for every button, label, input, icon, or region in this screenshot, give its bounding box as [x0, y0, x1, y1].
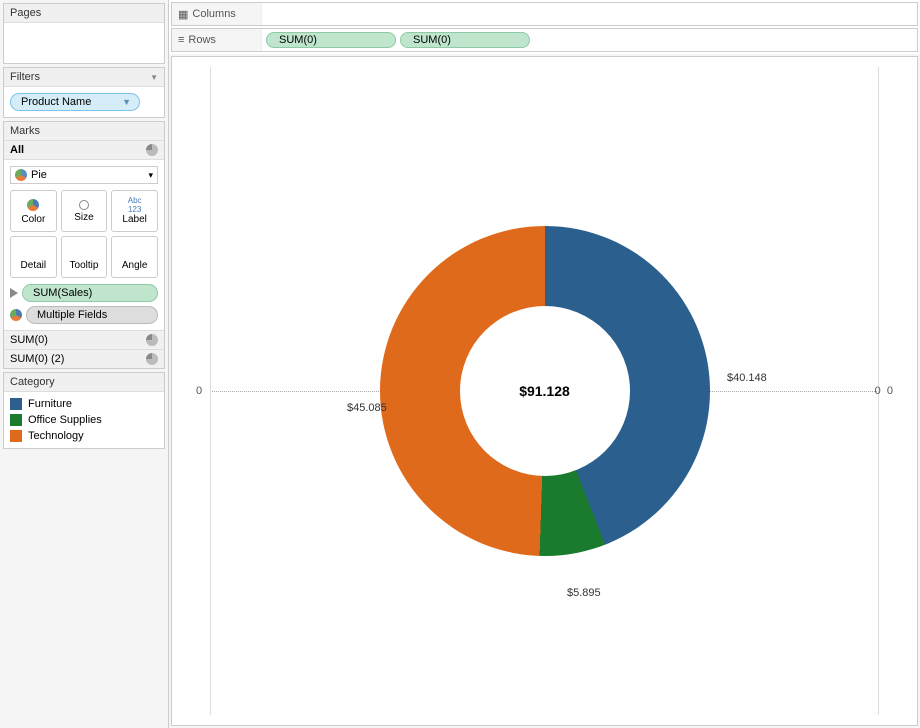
columns-shelf[interactable]: ▦ Columns — [171, 2, 918, 26]
filters-header[interactable]: Filters ▼ — [4, 68, 164, 87]
data-label-furniture: $40.148 — [727, 372, 767, 384]
axis-tick-right: 0 0 — [875, 385, 893, 397]
tooltip-shelf[interactable]: Tooltip — [61, 236, 108, 278]
sum-row[interactable]: SUM(0) — [4, 330, 164, 349]
filters-label: Filters — [10, 71, 40, 83]
color-shelf[interactable]: Color — [10, 190, 57, 232]
filters-body[interactable]: Product Name ▼ — [4, 87, 164, 117]
donut-center-total: $91.128 — [460, 306, 630, 476]
legend-label: Office Supplies — [28, 414, 102, 426]
shelf-label: Detail — [21, 260, 47, 271]
rows-content[interactable]: SUM(0) SUM(0) — [262, 32, 534, 48]
legend-item-furniture[interactable]: Furniture — [10, 396, 158, 412]
chevron-down-icon: ▼ — [122, 97, 131, 107]
rows-shelf[interactable]: ≡ Rows SUM(0) SUM(0) — [171, 28, 918, 52]
legend-swatch — [10, 430, 22, 442]
legend-swatch — [10, 398, 22, 410]
filters-panel: Filters ▼ Product Name ▼ — [3, 67, 165, 118]
data-label-technology: $45.085 — [347, 402, 387, 414]
shelf-label: Angle — [122, 260, 148, 271]
pages-label: Pages — [10, 7, 41, 19]
main-area: ▦ Columns ≡ Rows SUM(0) SUM(0) 0 0 0 $91.1… — [168, 0, 920, 728]
size-shelf[interactable]: Size — [61, 190, 108, 232]
mark-type-selector[interactable]: Pie ▾ — [10, 166, 158, 184]
legend-swatch — [10, 414, 22, 426]
size-icon — [79, 200, 89, 210]
detail-icon — [26, 244, 40, 258]
sum-row-label: SUM(0) (2) — [10, 353, 64, 365]
mark-pills: SUM(Sales) Multiple Fields — [4, 284, 164, 330]
tooltip-icon — [77, 244, 91, 258]
angle-icon — [128, 244, 142, 258]
marks-panel: Marks All Pie ▾ Color Size Abc123 Label D… — [3, 121, 165, 369]
shelves-area: ▦ Columns ≡ Rows SUM(0) SUM(0) — [169, 0, 920, 54]
marks-all-row[interactable]: All — [4, 141, 164, 160]
chevron-down-icon: ▾ — [148, 170, 153, 181]
pill-sum-sales[interactable]: SUM(Sales) — [22, 284, 158, 302]
donut-chart: $91.128 — [380, 226, 710, 556]
pages-body[interactable] — [4, 23, 164, 63]
row-pill-sum0[interactable]: SUM(0) — [266, 32, 396, 48]
pages-panel: Pages — [3, 3, 165, 64]
row-pill-sum0[interactable]: SUM(0) — [400, 32, 530, 48]
marks-header[interactable]: Marks — [4, 122, 164, 141]
columns-label-text: Columns — [192, 8, 235, 20]
mark-type-label: Pie — [31, 169, 47, 181]
rows-shelf-label: ≡ Rows — [172, 29, 262, 51]
legend-label: Furniture — [28, 398, 72, 410]
marks-shelf-grid: Color Size Abc123 Label Detail Tooltip An… — [4, 190, 164, 284]
color-icon — [27, 199, 39, 211]
category-legend-panel: Category Furniture Office Supplies Techn… — [3, 372, 165, 449]
rows-label-text: Rows — [188, 34, 216, 46]
legend-item-technology[interactable]: Technology — [10, 428, 158, 444]
columns-shelf-label: ▦ Columns — [172, 3, 262, 25]
sum-row-label: SUM(0) — [10, 334, 48, 346]
angle-shelf[interactable]: Angle — [111, 236, 158, 278]
shelf-label: Color — [21, 214, 45, 225]
sidebar: Pages Filters ▼ Product Name ▼ Marks All… — [0, 0, 168, 728]
label-shelf[interactable]: Abc123 Label — [111, 190, 158, 232]
pie-icon — [146, 353, 158, 365]
axis-line — [210, 67, 211, 715]
mark-pill-row[interactable]: SUM(Sales) — [10, 284, 158, 302]
sum-rows: SUM(0) SUM(0) (2) — [4, 330, 164, 368]
axis-tick-left: 0 — [196, 385, 202, 397]
pie-icon — [146, 144, 158, 156]
sum-row[interactable]: SUM(0) (2) — [4, 349, 164, 368]
legend-body: Furniture Office Supplies Technology — [4, 392, 164, 448]
shelf-label: Label — [122, 214, 146, 225]
play-icon — [10, 288, 18, 298]
chevron-down-icon[interactable]: ▼ — [150, 73, 158, 82]
chart-canvas[interactable]: 0 0 0 $91.128 $40.148 $5.895 $45.085 — [171, 56, 918, 726]
pie-icon — [15, 169, 27, 181]
filter-pill-product-name[interactable]: Product Name ▼ — [10, 93, 140, 111]
legend-label: Technology — [28, 430, 84, 442]
pill-multiple-fields[interactable]: Multiple Fields — [26, 306, 158, 324]
legend-item-office-supplies[interactable]: Office Supplies — [10, 412, 158, 428]
data-label-office-supplies: $5.895 — [567, 587, 601, 599]
category-label: Category — [10, 376, 55, 388]
label-icon: Abc123 — [128, 198, 142, 212]
mark-pill-row[interactable]: Multiple Fields — [10, 306, 158, 324]
color-icon — [10, 309, 22, 321]
pages-header[interactable]: Pages — [4, 4, 164, 23]
columns-icon: ▦ — [178, 8, 188, 21]
marks-all-label: All — [10, 144, 24, 156]
shelf-label: Tooltip — [70, 260, 99, 271]
rows-icon: ≡ — [178, 34, 184, 46]
pie-icon — [146, 334, 158, 346]
category-header[interactable]: Category — [4, 373, 164, 392]
detail-shelf[interactable]: Detail — [10, 236, 57, 278]
marks-label: Marks — [10, 125, 40, 137]
filter-pill-label: Product Name — [21, 96, 91, 108]
shelf-label: Size — [74, 212, 93, 223]
